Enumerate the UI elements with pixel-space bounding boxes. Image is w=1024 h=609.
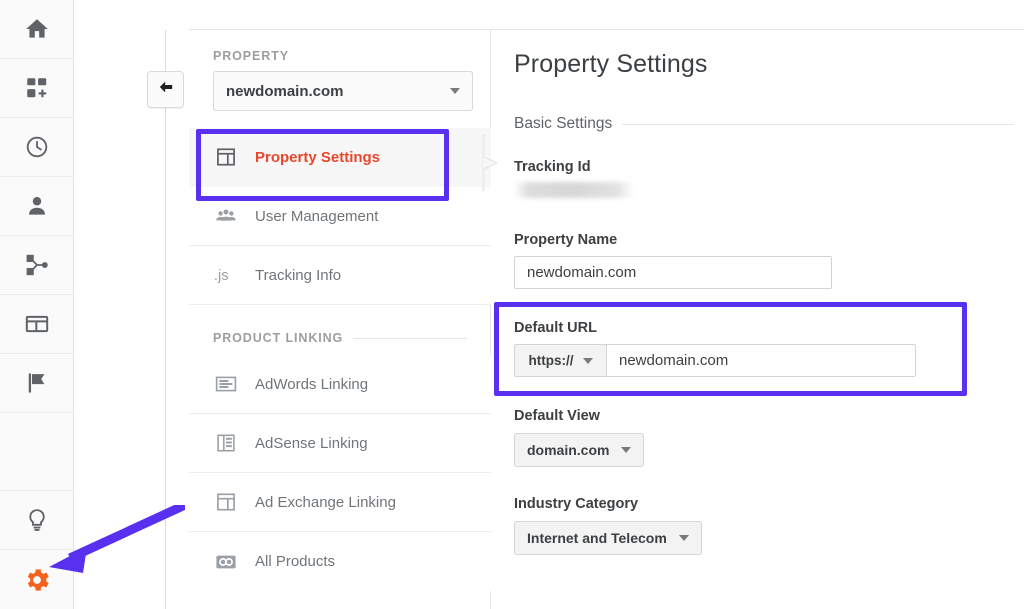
sidebar-item-conversions[interactable] xyxy=(0,354,73,413)
property-menu-list: Property Settings User Management .js xyxy=(189,128,491,591)
property-menu-column: PROPERTY newdomain.com Property Settings xyxy=(189,30,491,609)
menu-item-label: All Products xyxy=(255,553,335,570)
chevron-down-icon xyxy=(583,358,593,364)
rule xyxy=(353,338,467,339)
chevron-down-icon xyxy=(679,535,689,541)
page-title: Property Settings xyxy=(514,50,707,79)
menu-item-label: Tracking Info xyxy=(255,267,341,284)
protocol-select-value: https:// xyxy=(529,353,574,368)
default-url-row: https:// newdomain.com xyxy=(514,344,916,377)
default-url-input[interactable]: newdomain.com xyxy=(606,344,916,377)
sidebar-item-admin[interactable] xyxy=(0,550,73,609)
basic-settings-label-text: Basic Settings xyxy=(514,115,612,133)
chevron-down-icon xyxy=(621,447,631,453)
home-icon xyxy=(24,16,50,42)
js-icon: .js xyxy=(213,264,239,286)
sidebar-item-customization[interactable] xyxy=(0,59,73,118)
property-select-value: newdomain.com xyxy=(226,83,344,100)
product-linking-label-text: PRODUCT LINKING xyxy=(213,331,343,345)
menu-item-all-products[interactable]: All Products xyxy=(189,532,491,591)
gear-icon xyxy=(22,565,52,595)
basic-settings-header: Basic Settings xyxy=(514,115,1014,133)
svg-text:.js: .js xyxy=(214,268,229,284)
share-node-icon xyxy=(24,252,50,278)
chevron-down-icon xyxy=(450,88,460,94)
menu-item-adsense-linking[interactable]: AdSense Linking xyxy=(189,414,491,473)
flag-icon xyxy=(24,370,50,396)
window-icon xyxy=(24,311,50,337)
menu-item-label: Property Settings xyxy=(255,149,380,166)
adwords-icon xyxy=(213,373,239,395)
adsense-icon xyxy=(213,432,239,454)
default-view-label: Default View xyxy=(514,408,600,424)
users-icon xyxy=(213,204,239,228)
sidebar-item-realtime[interactable] xyxy=(0,118,73,177)
clock-icon xyxy=(24,134,50,160)
menu-item-label: AdSense Linking xyxy=(255,435,368,452)
menu-item-label: AdWords Linking xyxy=(255,376,368,393)
all-products-icon xyxy=(213,552,239,572)
menu-item-user-management[interactable]: User Management xyxy=(189,187,491,246)
product-linking-label: PRODUCT LINKING xyxy=(213,331,467,345)
ad-exchange-icon xyxy=(213,491,239,513)
sidebar-item-home[interactable] xyxy=(0,0,73,59)
property-settings-icon xyxy=(213,146,239,168)
menu-item-adwords-linking[interactable]: AdWords Linking xyxy=(189,355,491,414)
property-settings-pane: Property Settings Basic Settings Trackin… xyxy=(492,30,1024,609)
rule xyxy=(622,124,1014,125)
default-view-value: domain.com xyxy=(527,442,609,458)
rail-spacer xyxy=(0,413,73,491)
property-section-label-text: PROPERTY xyxy=(213,49,289,63)
property-section-label: PROPERTY xyxy=(213,49,463,63)
sidebar-item-discover[interactable] xyxy=(0,491,73,550)
lightbulb-icon xyxy=(24,507,50,533)
menu-item-label: Ad Exchange Linking xyxy=(255,494,396,511)
menu-item-tracking-info[interactable]: .js Tracking Info xyxy=(189,246,491,305)
property-name-value: newdomain.com xyxy=(527,264,636,281)
industry-category-value: Internet and Telecom xyxy=(527,530,667,546)
sidebar-item-behavior[interactable] xyxy=(0,295,73,354)
menu-connector-line xyxy=(165,30,166,609)
property-select[interactable]: newdomain.com xyxy=(213,71,473,111)
back-button[interactable] xyxy=(147,71,184,108)
property-name-input[interactable]: newdomain.com xyxy=(514,256,832,289)
menu-item-property-settings[interactable]: Property Settings xyxy=(189,128,491,187)
industry-category-select[interactable]: Internet and Telecom xyxy=(514,521,702,555)
protocol-select[interactable]: https:// xyxy=(514,344,606,377)
sidebar-item-acquisition[interactable] xyxy=(0,236,73,295)
default-url-value: newdomain.com xyxy=(619,352,728,369)
primary-nav-rail xyxy=(0,0,74,609)
dashboards-icon xyxy=(24,75,50,101)
tracking-id-value-redacted xyxy=(514,182,634,198)
basic-settings-label: Basic Settings xyxy=(514,115,1014,133)
person-icon xyxy=(24,193,50,219)
default-url-label: Default URL xyxy=(514,320,597,336)
menu-item-label: User Management xyxy=(255,208,378,225)
industry-category-label: Industry Category xyxy=(514,496,638,512)
screen-root: PROPERTY newdomain.com Property Settings xyxy=(0,0,1024,609)
menu-item-ad-exchange-linking[interactable]: Ad Exchange Linking xyxy=(189,473,491,532)
property-name-label: Property Name xyxy=(514,232,617,248)
selected-item-pointer xyxy=(482,135,500,191)
sidebar-item-audience[interactable] xyxy=(0,177,73,236)
default-view-select[interactable]: domain.com xyxy=(514,433,644,467)
back-arrow-icon xyxy=(156,77,176,102)
product-linking-header: PRODUCT LINKING xyxy=(189,305,491,355)
tracking-id-label: Tracking Id xyxy=(514,159,591,175)
